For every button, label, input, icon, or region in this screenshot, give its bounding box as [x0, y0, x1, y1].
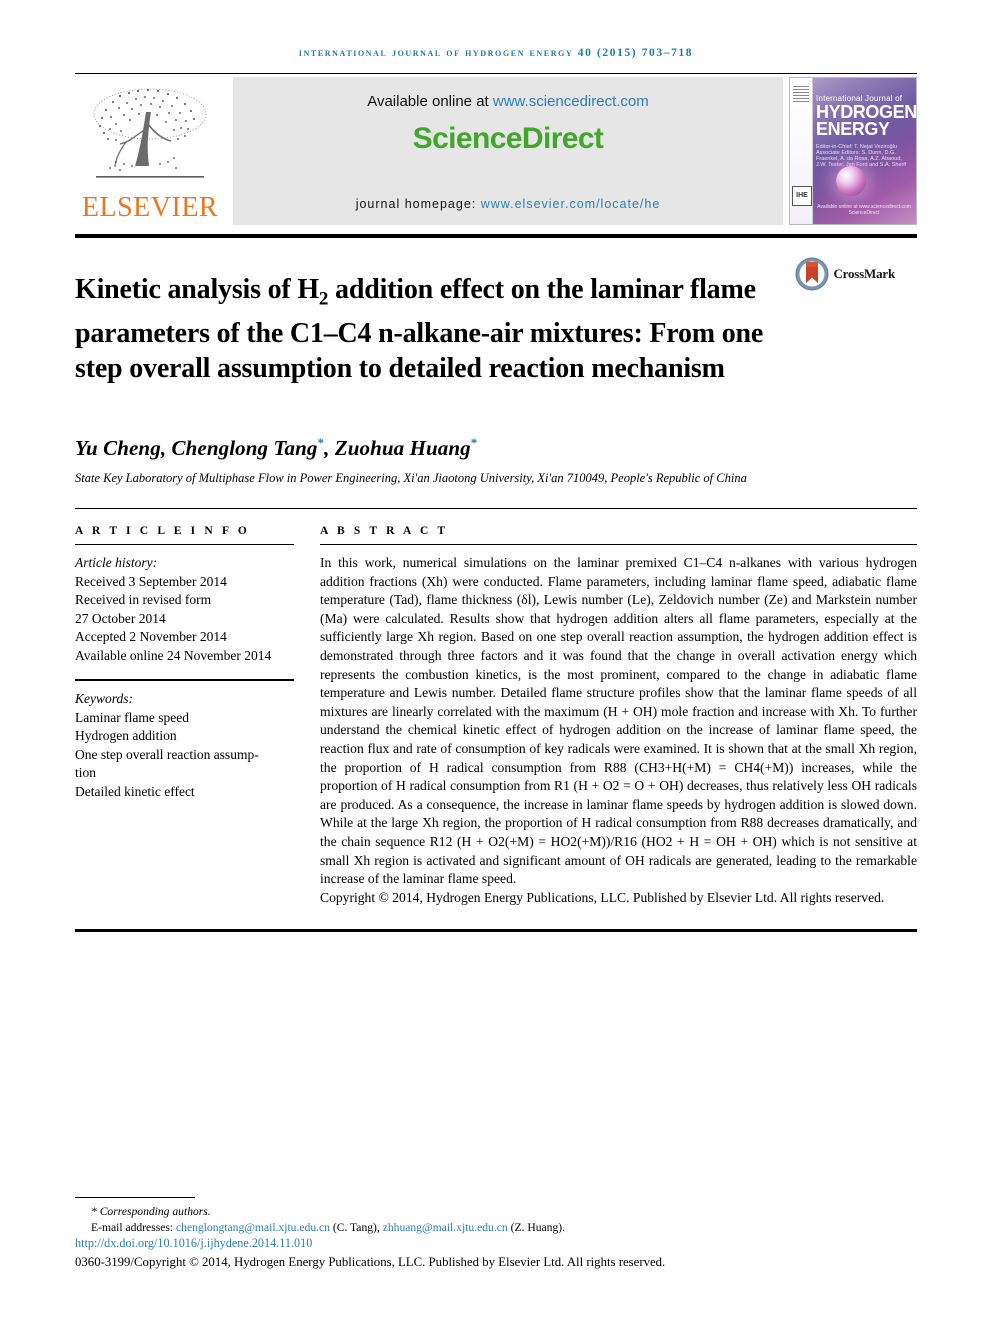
info-abstract-columns: A R T I C L E I N F O Article history: R… — [75, 525, 917, 907]
abstract-bottom-divider — [75, 929, 917, 933]
article-info-divider — [75, 544, 294, 546]
author-list: Yu Cheng, Chenglong Tang*, Zuohua Huang* — [75, 435, 917, 461]
sciencedirect-logo: ScienceDirect — [413, 122, 604, 156]
email-link-tang[interactable]: chenglongtang@mail.xjtu.edu.cn — [176, 1221, 330, 1234]
cover-orb-graphic — [836, 166, 866, 196]
issn-copyright-line: 0360-3199/Copyright © 2014, Hydrogen Ene… — [75, 1255, 666, 1269]
sciencedirect-banner: Available online at www.sciencedirect.co… — [233, 77, 783, 225]
article-info-heading: A R T I C L E I N F O — [75, 525, 250, 538]
cover-elsevier-icon — [793, 84, 809, 102]
author-divider — [75, 508, 917, 510]
sciencedirect-logo-science: Science — [412, 122, 523, 155]
keywords-divider — [75, 679, 294, 682]
abstract-divider — [320, 544, 917, 546]
email-owner-huang: (Z. Huang). — [507, 1220, 565, 1234]
article-history-item: Received in revised form — [75, 592, 212, 608]
crossmark-icon[interactable] — [795, 257, 829, 291]
title-row: Kinetic analysis of H2 addition effect o… — [75, 253, 917, 405]
abstract-heading: A B S T R A C T — [320, 525, 449, 538]
keyword-item: tion — [75, 765, 97, 781]
doi-link[interactable]: http://dx.doi.org/10.1016/j.ijhydene.201… — [75, 1235, 917, 1251]
elsevier-logo: ELSEVIER — [75, 77, 225, 225]
email-addresses-label: E-mail addresses: — [91, 1220, 176, 1234]
elsevier-tree-icon — [93, 88, 207, 178]
article-history-item: Accepted 2 November 2014 — [75, 629, 227, 645]
article-history-label: Article history: — [75, 555, 158, 571]
cover-ihe-icon: IHE — [792, 186, 812, 206]
author-names-part2: , Zuohua Huang — [324, 436, 471, 461]
footnote-block: * Corresponding authors. E-mail addresse… — [75, 1197, 917, 1271]
title-subscript: 2 — [318, 288, 329, 310]
masthead-divider — [75, 234, 917, 238]
email-addresses-line: E-mail addresses: chenglongtang@mail.xjt… — [75, 1220, 917, 1236]
article-history-item: Received 3 September 2014 — [75, 573, 227, 589]
author-marker-2: * — [470, 435, 478, 451]
cover-editors: Editor-in-Chief: T. Nejat Veziroğlu Asso… — [816, 144, 907, 168]
crossmark-label: CrossMark — [833, 266, 895, 281]
title-part-1: Kinetic analysis of H — [75, 273, 319, 305]
header-divider — [75, 73, 917, 74]
article-history-item: 27 October 2014 — [75, 610, 166, 626]
abstract-column: A B S T R A C T In this work, numerical … — [320, 525, 917, 907]
article-first-page: International Journal of Hydrogen Energy… — [0, 0, 992, 1323]
affiliation: State Key Laboratory of Multiphase Flow … — [75, 471, 747, 486]
author-names-part1: Yu Cheng, Chenglong Tang — [75, 436, 318, 461]
article-info-column: A R T I C L E I N F O Article history: R… — [75, 525, 320, 907]
cover-footer-text: Available online at www.sciencedirect.co… — [817, 204, 911, 216]
available-online-label: Available online at — [367, 93, 493, 110]
elsevier-wordmark: ELSEVIER — [81, 192, 219, 223]
keywords-label: Keywords: — [75, 691, 133, 707]
page-title: Kinetic analysis of H2 addition effect o… — [75, 272, 775, 387]
email-owner-tang: (C. Tang), — [329, 1220, 383, 1234]
crossmark-badge[interactable]: CrossMark — [775, 253, 895, 405]
corresponding-authors-note: * Corresponding authors. — [91, 1205, 211, 1218]
sciencedirect-logo-direct: Direct — [521, 122, 604, 155]
journal-homepage-url[interactable]: www.elsevier.com/locate/he — [481, 197, 661, 211]
abstract-copyright: Copyright © 2014, Hydrogen Energy Public… — [320, 889, 885, 905]
available-online-line: Available online at www.sciencedirect.co… — [367, 93, 649, 110]
keyword-item: Detailed kinetic effect — [75, 783, 195, 799]
cover-title-line2: ENERGY — [816, 119, 890, 139]
abstract-paragraph: In this work, numerical simulations on t… — [320, 555, 917, 887]
journal-homepage-label: journal homepage: — [355, 197, 481, 211]
crossmark-logo[interactable]: CrossMark — [795, 257, 895, 291]
journal-homepage-line: journal homepage: www.elsevier.com/locat… — [356, 197, 661, 211]
article-history-item: Available online 24 November 2014 — [75, 647, 272, 663]
keyword-item: Hydrogen addition — [75, 728, 177, 744]
journal-cover-image: IHE International Journal of HYDROGEN EN… — [789, 77, 917, 225]
keyword-item: Laminar flame speed — [75, 709, 189, 725]
keyword-item: One step overall reaction assump- — [75, 746, 259, 762]
journal-masthead: ELSEVIER Available online at www.science… — [75, 77, 917, 225]
cover-journal-title: HYDROGEN ENERGY — [816, 103, 916, 139]
footnote-rule — [75, 1197, 195, 1198]
running-head: International Journal of Hydrogen Energy… — [298, 47, 694, 59]
email-link-huang[interactable]: zhhuang@mail.xjtu.edu.cn — [383, 1221, 508, 1234]
sciencedirect-url[interactable]: www.sciencedirect.com — [493, 93, 649, 110]
abstract-body: In this work, numerical simulations on t… — [320, 554, 917, 907]
